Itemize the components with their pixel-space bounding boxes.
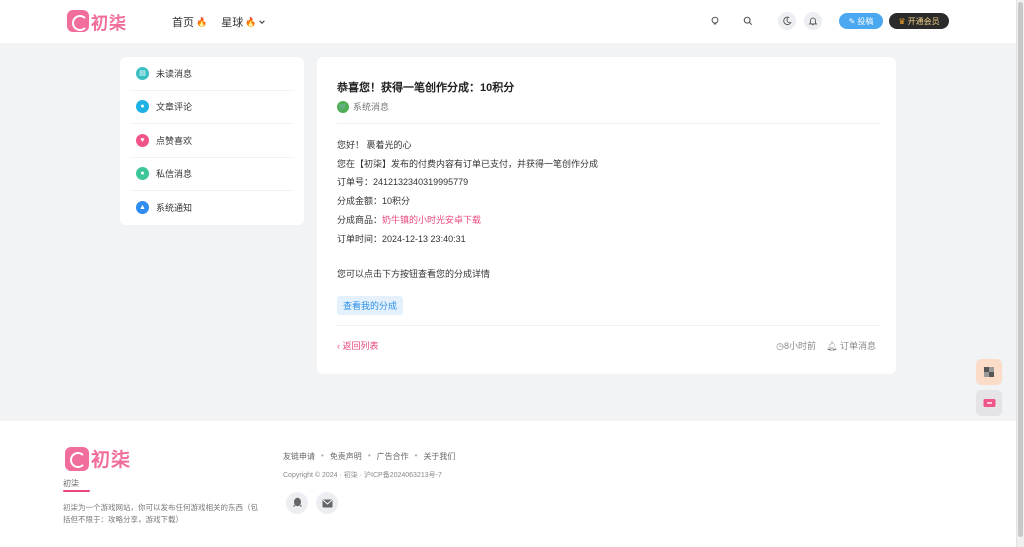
fire-icon: 🔥: [245, 16, 257, 27]
cart-icon: 🛒: [337, 100, 349, 113]
top-header: 初柒 首页 🔥 星球 🔥 ✎ 投稿 ♛ 开通会员: [0, 0, 1016, 43]
crown-icon: ♛: [898, 16, 906, 26]
separator-dot: •: [414, 451, 418, 460]
time-ago: ◷8小时前: [776, 339, 816, 352]
search-icon[interactable]: [739, 12, 757, 30]
order-number-label: 订单号：: [337, 177, 374, 188]
bell-icon: 🔔︎: [826, 341, 838, 351]
amount-label: 分成金额：: [337, 196, 383, 207]
sidebar-item-label: 私信消息: [156, 169, 193, 180]
sidebar-item-label: 点赞喜欢: [156, 135, 193, 146]
message-category-menu: ▤ 未读消息 ● 文章评论 ♥ 点赞喜欢 ● 私信消息 ▲ 系统通知: [120, 57, 304, 225]
mail-icon[interactable]: [316, 492, 338, 514]
post-button-label: 投稿: [857, 16, 874, 26]
message-icon: ▤: [136, 66, 149, 80]
footer-link-disclaimer[interactable]: 免责声明: [330, 451, 362, 462]
footer-copyright: Copyright © 2024 · 初柒 · 沪ICP备2024063213号…: [283, 472, 442, 479]
logo-icon: [67, 10, 89, 32]
pencil-icon: ✎: [848, 16, 856, 26]
footer-site-name: 初柒: [63, 479, 79, 488]
sidebar-item-comments[interactable]: ● 文章评论: [130, 91, 294, 124]
order-time-value: 2024-12-13 23:40:31: [382, 233, 466, 244]
amount-row: 分成金额：10积分: [337, 192, 598, 211]
message-tip: 您可以点击下方按钮查看您的分成详情: [337, 269, 491, 279]
sidebar-item-private[interactable]: ● 私信消息: [130, 158, 294, 191]
sidebar-item-likes[interactable]: ♥ 点赞喜欢: [130, 124, 294, 158]
message-detail-card: 恭喜您！获得一笔创作分成：10积分 🛒 系统消息 您好！ 裹着光的心 您在【初柒…: [317, 57, 896, 374]
fire-icon: 🔥: [196, 16, 208, 27]
nav-home-label: 首页: [172, 17, 194, 29]
clock-icon: ◷: [776, 341, 785, 351]
sidebar-item-label: 系统通知: [156, 203, 193, 214]
grid-icon: [984, 367, 994, 377]
order-number-row: 订单号：2412132340319995779: [337, 173, 598, 192]
sidebar-item-label: 文章评论: [156, 102, 193, 113]
vip-button[interactable]: ♛ 开通会员: [889, 13, 949, 29]
site-logo[interactable]: 初柒: [67, 10, 127, 34]
greeting-text: 您好！ 裹着光的心: [337, 140, 412, 150]
scrollbar-thumb[interactable]: [1018, 2, 1023, 537]
product-label: 分成商品：: [337, 214, 383, 225]
separator-dot: •: [321, 451, 324, 460]
nav-planet[interactable]: 星球 🔥: [221, 14, 266, 30]
nav-planet-label: 星球: [221, 17, 244, 29]
chevron-down-icon: [259, 20, 266, 24]
message-category-label: 系统消息: [353, 102, 390, 112]
message-type-label: 订单消息: [839, 341, 876, 351]
message-category[interactable]: 🛒 系统消息: [337, 100, 389, 113]
sidebar-item-unread[interactable]: ▤ 未读消息: [130, 57, 294, 91]
logo-text: 初柒: [91, 13, 127, 34]
float-gift-button[interactable]: [976, 390, 1002, 416]
qq-icon[interactable]: [286, 492, 308, 514]
time-ago-label: 8小时前: [784, 341, 817, 351]
amount-value: 10积分: [382, 196, 411, 207]
sidebar-item-system[interactable]: ▲ 系统通知: [130, 191, 294, 225]
float-checkin-button[interactable]: [976, 359, 1002, 385]
back-to-list-link[interactable]: ‹ 返回列表: [337, 339, 379, 352]
message-meta: ◷8小时前 🔔︎ 订单消息: [776, 339, 876, 352]
page-scrollbar[interactable]: [1016, 0, 1024, 547]
moon-icon[interactable]: [778, 12, 796, 30]
heart-icon: ♥: [136, 133, 149, 147]
footer-logo[interactable]: 初柒: [65, 445, 131, 472]
separator-dot: •: [367, 451, 371, 460]
message-title: 恭喜您！获得一笔创作分成：10积分: [337, 82, 515, 94]
footer-link-ads[interactable]: 广告合作: [377, 451, 409, 462]
order-time-row: 订单时间：2024-12-13 23:40:31: [337, 230, 598, 249]
main-nav: 首页 🔥 星球 🔥: [172, 14, 266, 30]
comment-icon: ●: [136, 100, 149, 114]
order-number-value: 2412132340319995779: [373, 177, 469, 188]
divider: [337, 123, 880, 124]
footer-underline: [63, 490, 90, 492]
footer-link-about[interactable]: 关于我们: [423, 451, 455, 462]
view-earnings-button[interactable]: 查看我的分成: [337, 296, 404, 315]
sidebar-item-label: 未读消息: [156, 68, 193, 79]
footer-link-friend[interactable]: 友链申请: [283, 451, 315, 462]
order-time-label: 订单时间：: [337, 233, 383, 244]
product-link[interactable]: 奶牛镇的小时光安卓下载: [382, 215, 481, 225]
bulb-icon[interactable]: [706, 12, 724, 30]
logo-icon: [65, 446, 89, 471]
message-body: 您好！ 裹着光的心 您在【初柒】发布的付费内容有订单已支付，并获得一笔创作分成 …: [337, 136, 598, 248]
ticket-icon: [983, 399, 995, 407]
divider: [337, 325, 880, 326]
footer-logo-text: 初柒: [91, 449, 132, 471]
footer-description: 初柒为一个游戏网站，你可以发布任何游戏相关的东西（包括但不限于：攻略分享，游戏下…: [63, 503, 258, 524]
message-type[interactable]: 🔔︎ 订单消息: [826, 339, 876, 352]
post-button[interactable]: ✎ 投稿: [839, 13, 883, 29]
product-row: 分成商品：奶牛镇的小时光安卓下载: [337, 211, 598, 230]
footer-links: 友链申请 • 免责声明 • 广告合作 • 关于我们: [283, 451, 455, 462]
bell-icon[interactable]: [804, 12, 822, 30]
bell-icon: ▲: [136, 201, 149, 215]
message-line: 您在【初柒】发布的付费内容有订单已支付，并获得一笔创作分成: [337, 158, 599, 169]
nav-home[interactable]: 首页 🔥: [172, 14, 207, 30]
vip-button-label: 开通会员: [907, 16, 940, 26]
site-footer: 初柒 初柒 初柒为一个游戏网站，你可以发布任何游戏相关的东西（包括但不限于：攻略…: [0, 421, 1016, 547]
chat-icon: ●: [136, 167, 149, 181]
